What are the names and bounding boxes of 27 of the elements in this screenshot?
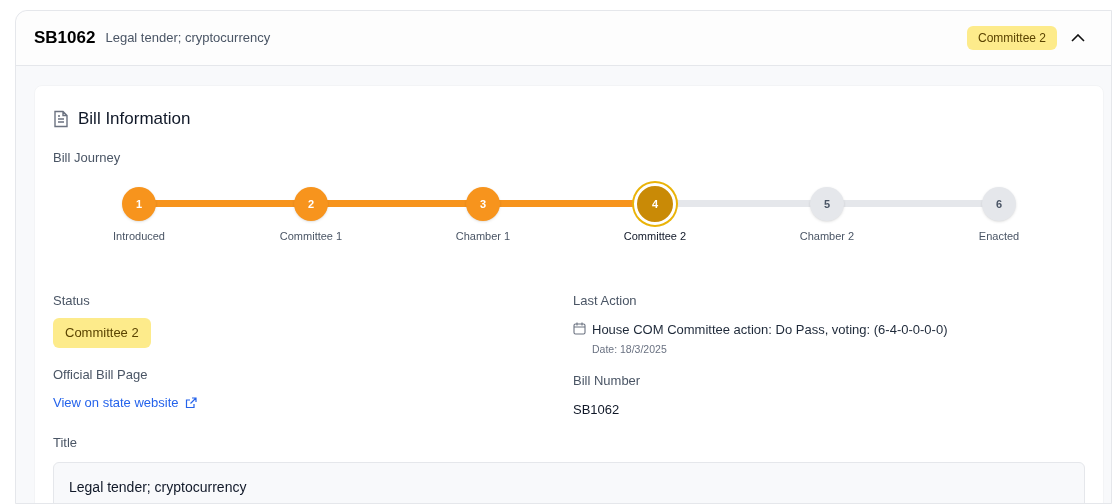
bill-number: SB1062 — [573, 400, 621, 419]
step-label: Enacted — [978, 229, 1020, 244]
field-label: Status — [53, 291, 91, 310]
document-icon — [53, 109, 69, 128]
step-label: Chamber 2 — [799, 229, 855, 244]
journey-label: Bill Journey — [53, 148, 122, 167]
state-website-link[interactable]: View on state website — [53, 393, 179, 413]
calendar-icon — [573, 322, 586, 335]
field-label: Bill Number — [573, 372, 642, 391]
status-badge: Committee 2 — [53, 318, 151, 348]
step-label: Chamber 1 — [455, 229, 511, 244]
last-action-date: Date: 18/3/2025 — [592, 341, 668, 357]
bill-id: SB1062 — [34, 27, 96, 50]
section-title: Bill Information — [78, 108, 191, 130]
step-label: Committee 1 — [279, 229, 343, 244]
title-value: Legal tender; cryptocurrency — [53, 461, 1085, 503]
field-label: Official Bill Page — [53, 365, 149, 384]
bill-header[interactable]: SB1062 Legal tender; cryptocurrency Committee 2 — [16, 11, 1111, 66]
external-link-icon — [184, 396, 197, 409]
bill-subtitle: Legal tender; cryptocurrency — [105, 29, 271, 48]
step-label: Committee 2 — [623, 229, 687, 244]
status-badge: Committee 2 — [966, 26, 1057, 50]
chevron-up-icon[interactable] — [1071, 34, 1085, 42]
field-label: Title — [53, 434, 79, 453]
step-label: Introduced — [113, 229, 165, 244]
last-action-text: House COM Committee action: Do Pass, voting: (6-4-0-0-0-0) — [592, 321, 948, 339]
field-label: Last Action — [573, 291, 638, 310]
